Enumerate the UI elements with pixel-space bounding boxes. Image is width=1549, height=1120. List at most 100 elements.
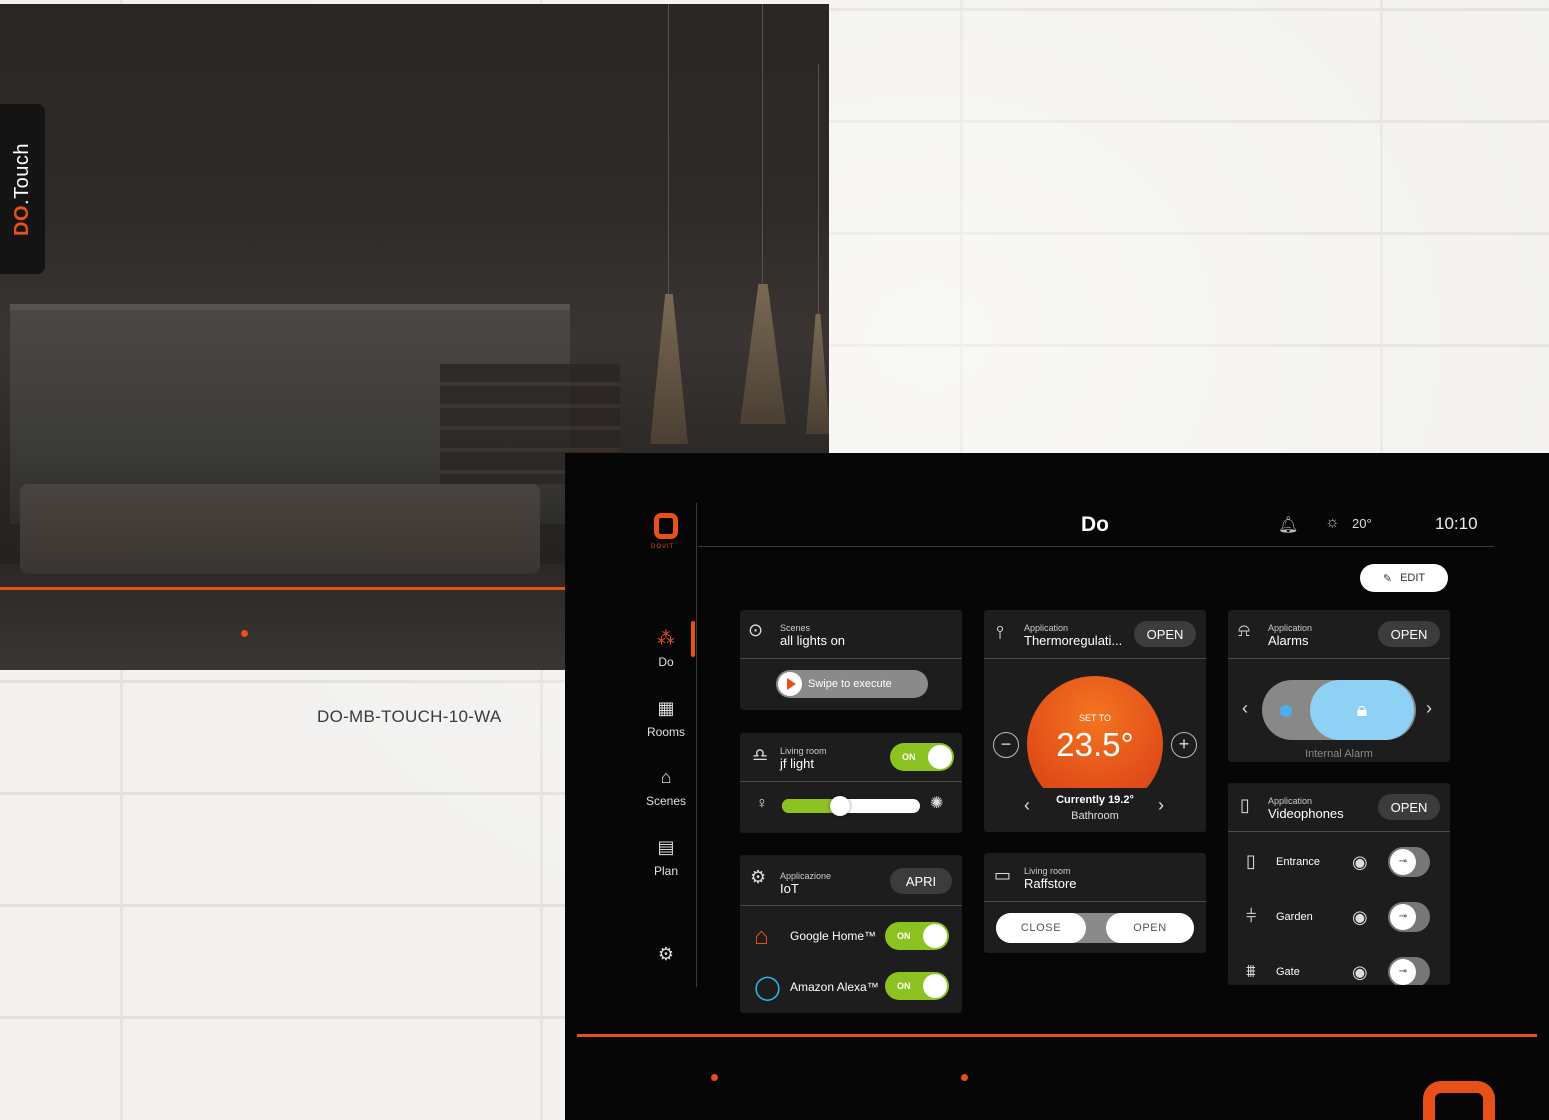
toggle-label: ON: [897, 931, 911, 941]
sidebar-item-scenes[interactable]: ⌂ Scenes: [635, 766, 697, 808]
card-title: Alarms: [1268, 633, 1309, 648]
chevron-right-icon[interactable]: ›: [1426, 698, 1432, 719]
grid-icon: ⁂: [657, 628, 675, 648]
garden-gate-icon: ⫩: [1246, 906, 1257, 926]
pendant-lamp: [740, 284, 786, 424]
sidebar-item-rooms[interactable]: ▦ Rooms: [635, 697, 697, 739]
unlock-toggle[interactable]: ⊸: [1388, 902, 1430, 932]
iot-item-name: Google Home™: [790, 929, 877, 943]
raffstore-control: CLOSE OPEN: [996, 913, 1194, 943]
bulb-off-icon: ♀: [756, 795, 768, 812]
clock: 10:10: [1435, 514, 1478, 533]
google-home-toggle[interactable]: ON: [885, 922, 949, 950]
door-icon: ▯: [1246, 851, 1256, 871]
sidebar: [565, 503, 697, 987]
eye-icon[interactable]: ◉: [1352, 852, 1368, 873]
card-kicker: Application: [1024, 623, 1069, 633]
open-button[interactable]: OPEN: [1378, 794, 1440, 820]
brand-name: .Touch: [11, 142, 33, 205]
bulb-on-icon: ✺: [930, 795, 944, 812]
gate-icon: ⩩: [1246, 961, 1256, 981]
apri-button[interactable]: APRI: [890, 868, 952, 894]
sidebar-item-do[interactable]: ⁂ Do: [635, 627, 697, 669]
card-title: Thermoregulati...: [1024, 633, 1123, 648]
lamp-icon: ♎: [752, 745, 769, 765]
brand-tab: DO.Touch: [0, 104, 45, 274]
settings-button[interactable]: ⚙: [635, 943, 697, 971]
edit-label: EDIT: [1400, 572, 1426, 584]
edit-button[interactable]: ✎ EDIT: [1360, 564, 1448, 592]
page-indicator-dot: [711, 1074, 718, 1081]
videophone-name: Entrance: [1276, 856, 1321, 868]
sidebar-item-label: Scenes: [645, 794, 687, 808]
videophone-icon: ▯: [1240, 795, 1250, 815]
toggle-label: ON: [902, 752, 916, 762]
eye-icon[interactable]: ◉: [1352, 907, 1368, 928]
amazon-alexa-toggle[interactable]: ON: [885, 972, 949, 1000]
sidebar-item-label: Rooms: [646, 725, 685, 739]
page-indicator-dot: [241, 630, 248, 637]
alarm-label: Internal Alarm: [1305, 748, 1373, 760]
google-home-icon: ⌂: [754, 923, 769, 950]
sidebar-item-label: Do: [658, 655, 674, 669]
slider-handle[interactable]: [830, 796, 851, 816]
card-title: IoT: [780, 881, 799, 896]
eye-icon[interactable]: ◉: [1352, 962, 1368, 983]
open-button[interactable]: OPEN: [1106, 913, 1194, 943]
swipe-to-execute-slider[interactable]: Swipe to execute: [776, 670, 928, 698]
increase-temp-button[interactable]: +: [1171, 732, 1197, 758]
decrease-temp-button[interactable]: −: [993, 732, 1019, 758]
light-card: ♎ Living room jf light ON ♀ ✺: [740, 733, 962, 833]
set-to-label: SET TO: [1078, 713, 1111, 723]
iot-card: ⚙ Applicazione IoT APRI ⌂ Google Home™ O…: [740, 855, 962, 1013]
videophone-row-entrance: ▯ Entrance ◉ ⊸: [1228, 837, 1450, 891]
chevron-left-icon[interactable]: ‹: [1242, 698, 1248, 719]
unlock-toggle[interactable]: ⊸: [1388, 957, 1430, 985]
key-icon: ⊸: [1390, 959, 1416, 985]
rooms-icon: ▦: [657, 698, 675, 718]
gear-icon: ⚙: [657, 944, 675, 964]
videophone-name: Garden: [1276, 911, 1313, 923]
card-kicker: Living room: [780, 746, 827, 756]
play-icon[interactable]: [778, 672, 802, 696]
videophones-card: ▯ Application Videophones OPEN ▯ Entranc…: [1228, 783, 1450, 985]
lock-icon[interactable]: 🔒︎: [1310, 680, 1414, 740]
main-device-screen: DOVIT ⁂ Do ▦ Rooms ⌂ Scenes ▤ Plan ⚙ Do …: [565, 453, 1549, 1120]
light-toggle[interactable]: ON: [890, 743, 954, 771]
open-button[interactable]: OPEN: [1378, 621, 1440, 647]
card-kicker: Application: [1268, 796, 1313, 806]
room-name: Bathroom: [1071, 810, 1119, 822]
unlock-toggle[interactable]: ⊸: [1388, 847, 1430, 877]
brand-prefix: DO: [11, 204, 33, 236]
open-button[interactable]: OPEN: [1134, 621, 1196, 647]
card-kicker: Scenes: [780, 623, 811, 633]
videophone-name: Gate: [1276, 966, 1300, 978]
toggle-label: ON: [897, 981, 911, 991]
card-kicker: Application: [1268, 623, 1313, 633]
alarm-switch[interactable]: 🔒︎: [1262, 680, 1416, 740]
dimmer-slider[interactable]: [782, 796, 920, 816]
alarms-card: ⍾ Application Alarms OPEN ‹ 🔒︎ › Interna…: [1228, 610, 1450, 762]
sidebar-item-label: Plan: [653, 864, 679, 878]
current-temperature: Currently 19.2°: [1056, 794, 1134, 806]
pendant-lamp: [806, 314, 829, 434]
card-kicker: Applicazione: [780, 871, 832, 881]
card-title: Raffstore: [1024, 876, 1077, 891]
dovit-logo-icon: [654, 513, 678, 539]
weather-temperature: 20°: [1352, 516, 1372, 531]
amazon-alexa-icon: ◯: [754, 974, 781, 1001]
dovit-corner-logo-icon: [1423, 1081, 1495, 1120]
card-title: all lights on: [780, 633, 846, 648]
page-title: Do: [1081, 513, 1109, 536]
raffstore-card: ▭ Living room Raffstore CLOSE OPEN: [984, 853, 1206, 953]
model-label: DO-MB-TOUCH-10-WA: [317, 707, 502, 726]
close-button[interactable]: CLOSE: [996, 913, 1086, 943]
accent-line: [577, 1034, 1537, 1037]
pendant-lamp: [650, 294, 688, 444]
header-divider: [698, 546, 1494, 547]
scenes-icon: ⌂: [660, 767, 672, 787]
sidebar-item-plan[interactable]: ▤ Plan: [635, 836, 697, 878]
iot-icon: ⚙: [750, 867, 767, 887]
key-icon: ⊸: [1390, 904, 1416, 930]
bell-icon[interactable]: 🔔︎: [1278, 515, 1298, 535]
